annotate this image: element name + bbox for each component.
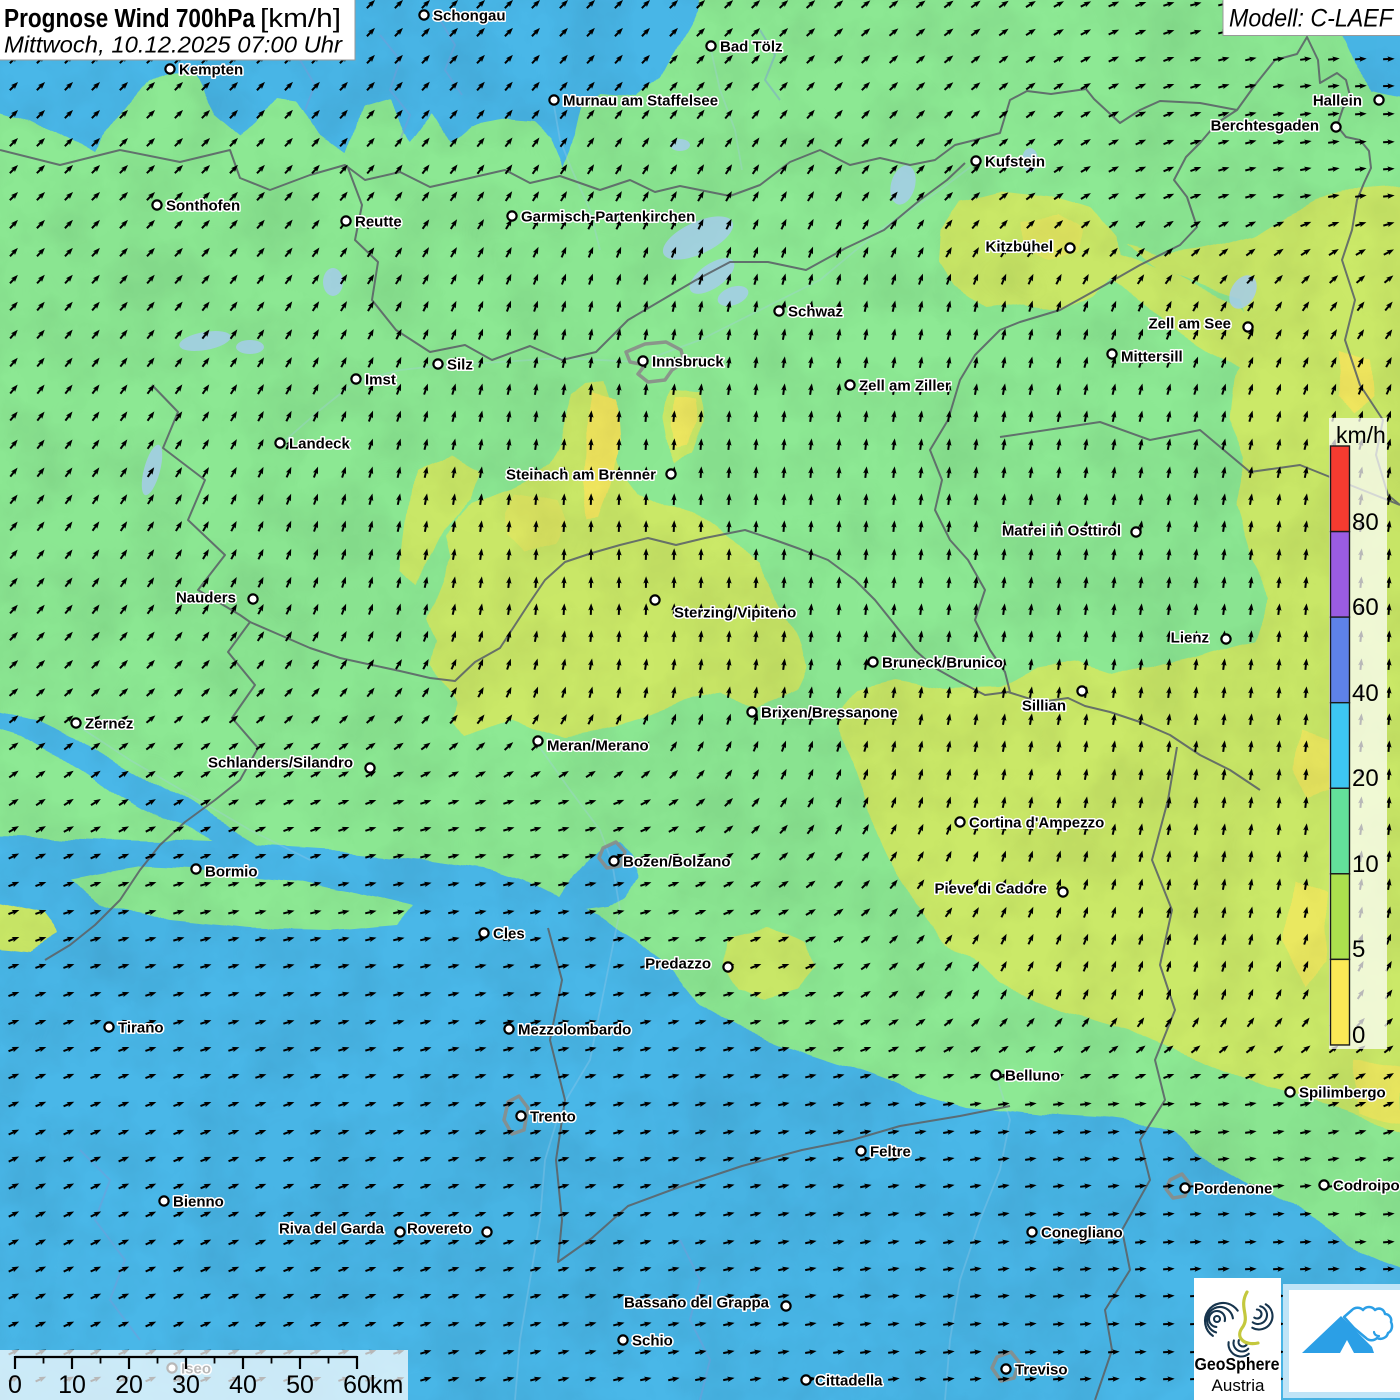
svg-text:km: km <box>370 1371 403 1399</box>
svg-text:Brixen/Bressanone: Brixen/Bressanone <box>761 705 898 722</box>
svg-text:Spilimbergo: Spilimbergo <box>1299 1085 1386 1102</box>
svg-text:Schio: Schio <box>632 1333 673 1350</box>
svg-text:40: 40 <box>1352 680 1379 707</box>
svg-text:10: 10 <box>1352 851 1379 878</box>
svg-text:Imst: Imst <box>365 372 396 389</box>
svg-text:10: 10 <box>58 1371 86 1399</box>
svg-text:Prognose Wind 700hPa: Prognose Wind 700hPa <box>4 5 256 33</box>
svg-text:Zell am Ziller: Zell am Ziller <box>859 378 951 395</box>
svg-text:Zernez: Zernez <box>85 716 133 733</box>
svg-text:20: 20 <box>1352 765 1379 792</box>
svg-text:0: 0 <box>8 1371 22 1399</box>
svg-text:Pordenone: Pordenone <box>1194 1181 1272 1198</box>
svg-text:Bruneck/Brunico: Bruneck/Brunico <box>882 655 1003 672</box>
svg-text:20: 20 <box>115 1371 143 1399</box>
svg-text:Schongau: Schongau <box>433 8 506 25</box>
svg-text:Bormio: Bormio <box>205 864 258 881</box>
svg-text:Modell: C-LAEF: Modell: C-LAEF <box>1229 5 1395 33</box>
svg-text:Belluno: Belluno <box>1005 1068 1060 1085</box>
svg-text:Lienz: Lienz <box>1171 630 1209 647</box>
svg-text:Sterzing/Vipiteno: Sterzing/Vipiteno <box>674 605 796 622</box>
svg-text:Sonthofen: Sonthofen <box>166 198 240 215</box>
svg-text:Zell am See: Zell am See <box>1148 316 1231 333</box>
svg-text:Bassano del Grappa: Bassano del Grappa <box>624 1295 770 1312</box>
svg-text:5: 5 <box>1352 936 1365 963</box>
svg-text:60: 60 <box>343 1371 371 1399</box>
svg-text:0: 0 <box>1352 1022 1365 1049</box>
svg-text:Trento: Trento <box>530 1109 576 1126</box>
svg-text:Landeck: Landeck <box>289 436 351 453</box>
svg-text:Steinach am Brenner: Steinach am Brenner <box>506 467 656 484</box>
svg-text:Berchtesgaden: Berchtesgaden <box>1211 118 1319 135</box>
svg-text:60: 60 <box>1352 594 1379 621</box>
svg-text:Murnau am Staffelsee: Murnau am Staffelsee <box>563 93 718 110</box>
svg-text:Garmisch-Partenkirchen: Garmisch-Partenkirchen <box>521 209 695 226</box>
svg-text:Kufstein: Kufstein <box>985 154 1045 171</box>
svg-text:Conegliano: Conegliano <box>1041 1225 1123 1242</box>
svg-text:Silz: Silz <box>447 357 473 374</box>
svg-text:Tirano: Tirano <box>118 1020 164 1037</box>
svg-text:Bienno: Bienno <box>173 1194 224 1211</box>
svg-text:Treviso: Treviso <box>1015 1362 1068 1379</box>
svg-text:Innsbruck: Innsbruck <box>652 354 724 371</box>
svg-text:Riva del Garda: Riva del Garda <box>279 1221 385 1238</box>
svg-text:Rovereto: Rovereto <box>407 1221 472 1238</box>
svg-text:Feltre: Feltre <box>870 1144 911 1161</box>
svg-text:GeoSphere: GeoSphere <box>1195 1354 1280 1374</box>
svg-text:Predazzo: Predazzo <box>645 956 711 973</box>
svg-text:Hallein: Hallein <box>1313 93 1362 110</box>
svg-text:Reutte: Reutte <box>355 214 402 231</box>
svg-text:Mittersill: Mittersill <box>1121 349 1183 366</box>
svg-text:Pieve di Cadore: Pieve di Cadore <box>934 881 1047 898</box>
svg-text:[km/h]: [km/h] <box>260 5 341 33</box>
svg-text:80: 80 <box>1352 509 1379 536</box>
svg-text:Codroipo: Codroipo <box>1333 1178 1400 1195</box>
svg-text:Kitzbühel: Kitzbühel <box>986 239 1054 256</box>
svg-text:Matrei in Osttirol: Matrei in Osttirol <box>1002 523 1121 540</box>
svg-text:Mittwoch, 10.12.2025 07:00 Uhr: Mittwoch, 10.12.2025 07:00 Uhr <box>4 32 343 58</box>
svg-text:50: 50 <box>286 1371 314 1399</box>
svg-text:Austria: Austria <box>1212 1376 1265 1395</box>
svg-text:Mezzolombardo: Mezzolombardo <box>518 1022 631 1039</box>
svg-text:Cittadella: Cittadella <box>815 1373 883 1390</box>
svg-text:Schlanders/Silandro: Schlanders/Silandro <box>208 755 353 772</box>
svg-text:Cles: Cles <box>493 926 525 943</box>
svg-text:Kempten: Kempten <box>179 62 243 79</box>
svg-text:Sillian: Sillian <box>1022 698 1066 715</box>
svg-text:40: 40 <box>229 1371 257 1399</box>
svg-text:Cortina d'Ampezzo: Cortina d'Ampezzo <box>969 815 1104 832</box>
svg-text:km/h: km/h <box>1336 422 1386 448</box>
svg-text:Bad Tölz: Bad Tölz <box>720 39 783 56</box>
svg-text:30: 30 <box>172 1371 200 1399</box>
svg-text:Nauders: Nauders <box>176 590 236 607</box>
svg-text:Meran/Merano: Meran/Merano <box>547 738 649 755</box>
svg-text:Schwaz: Schwaz <box>788 304 843 321</box>
svg-text:Bozen/Bolzano: Bozen/Bolzano <box>623 854 731 871</box>
